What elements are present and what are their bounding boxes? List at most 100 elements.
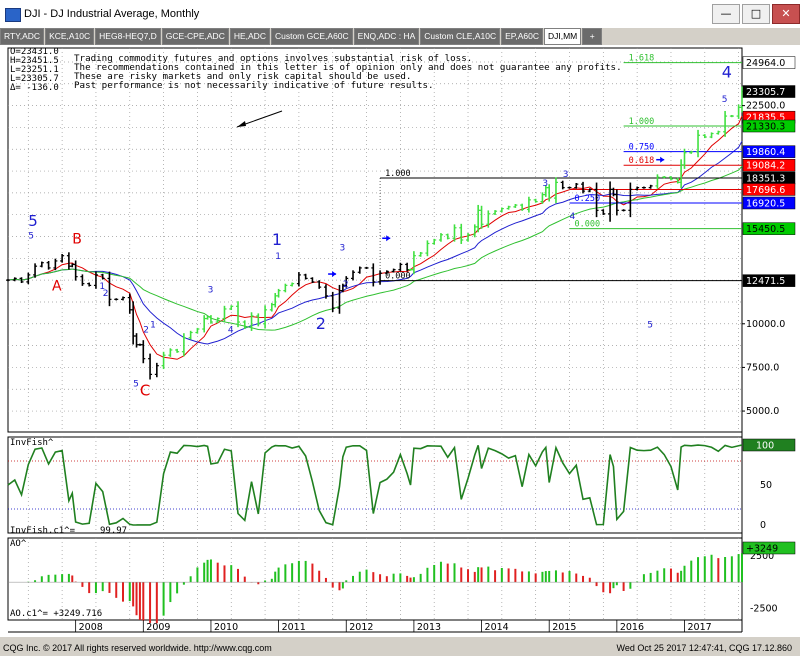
- ao-readout: AO.c1^= +3249.716: [10, 609, 102, 619]
- ohlc-change: Δ= -136.0: [10, 83, 59, 93]
- year-label: 2017: [687, 622, 711, 633]
- year-label: 2015: [552, 622, 576, 633]
- year-label: 2010: [214, 622, 238, 633]
- price-tick-label: 7500.0: [746, 362, 779, 373]
- window-title: DJI - DJ Industrial Average, Monthly: [24, 8, 200, 20]
- tab-enq[interactable]: ENQ,ADC : HA: [353, 28, 420, 45]
- price-panel-border: [7, 47, 743, 433]
- wave-labels: 55ABC112233445512123453: [28, 63, 732, 400]
- wave-label: C: [140, 381, 150, 399]
- ao-panel-border: [7, 537, 743, 621]
- price-badge-label: 23305.7: [746, 87, 785, 98]
- price-bars: [6, 86, 744, 380]
- price-badge-label: 19860.4: [746, 147, 785, 158]
- app-icon: [5, 8, 21, 22]
- chart-area[interactable]: 1.000 0.000 1.618 1.000 0.750 0.618 0.250 0.000…: [0, 45, 800, 637]
- price-badge-label: 17696.6: [746, 185, 785, 196]
- ma-blue-line: [7, 140, 743, 345]
- tab-he[interactable]: HE,ADC: [229, 28, 270, 45]
- wave-label: 3: [208, 285, 214, 295]
- fib-label: 0.000: [574, 220, 600, 230]
- fib-label: 1.618: [629, 54, 655, 64]
- tab-kce[interactable]: KCE,A10C: [45, 28, 95, 45]
- year-label: 2012: [349, 622, 373, 633]
- wave-label: 5: [647, 320, 653, 330]
- fib-label: 0.750: [629, 143, 655, 153]
- year-label: 2011: [282, 622, 306, 633]
- price-tick-label: 10000.0: [746, 319, 785, 330]
- ao-panel: -25002500+3249: [8, 541, 796, 624]
- wave-label: 1: [272, 230, 282, 249]
- close-icon[interactable]: ✕: [772, 4, 800, 24]
- wave-label: 5: [28, 212, 38, 230]
- timestamp-text: Wed Oct 25 2017 12:47:41, CQG 17.12.860: [616, 643, 792, 653]
- price-tick-label: 22500.0: [746, 101, 785, 112]
- minimize-icon[interactable]: —: [712, 4, 740, 24]
- wave-label: 4: [569, 212, 575, 222]
- wave-label: 2: [316, 314, 326, 333]
- wave-label: A: [52, 279, 62, 295]
- price-badge-label: 21330.3: [746, 122, 785, 133]
- wave-label: 5: [133, 380, 139, 390]
- ma-green-line: [7, 165, 743, 331]
- wave-label: 1: [150, 320, 156, 330]
- fib-label: 1.000: [385, 169, 411, 179]
- price-tick-label: 5000.0: [746, 406, 779, 417]
- tab-dji[interactable]: DJI,MM: [543, 28, 582, 45]
- wave-label: 3: [339, 243, 345, 253]
- wave-label: 3: [563, 170, 569, 180]
- fib-label: 0.000: [385, 272, 411, 282]
- wave-label: 4: [228, 326, 234, 336]
- price-axis: 24964.023305.722500.021835.521330.319860…: [742, 56, 796, 417]
- invfish-badge-label: 100: [756, 441, 774, 452]
- chart-svg[interactable]: 1.0000.0001.6181.0000.7500.6180.2500.000…: [0, 45, 800, 637]
- time-axis: 2008 2009 2010 2011 2012 2013 2014 2015 2016 2017: [8, 620, 742, 633]
- price-badge-label: 24964.0: [746, 58, 785, 69]
- status-bar: CQG Inc. © 2017 All rights reserved worl…: [0, 640, 800, 656]
- ao-title: AO^: [10, 539, 27, 549]
- wave-label: 3: [542, 179, 548, 189]
- year-label: 2014: [485, 622, 509, 633]
- fib-label: 1.000: [629, 117, 655, 127]
- wave-label: 5: [28, 231, 34, 241]
- tab-gce-cpe[interactable]: GCE-CPE,ADC: [161, 28, 229, 45]
- invfish-readout-value: 99.97: [100, 526, 127, 536]
- tab-ep[interactable]: EP,A60C: [501, 28, 543, 45]
- invfish-panel: 050100100: [7, 438, 796, 531]
- disclaimer-line-4: Past performance is not necessarily indi…: [74, 80, 434, 91]
- invfish-title: InvFish^: [10, 438, 54, 448]
- tab-rty[interactable]: RTY,ADC: [0, 28, 45, 45]
- window-titlebar: DJI - DJ Industrial Average, Monthly — □…: [0, 0, 800, 28]
- invfish-panel-border: [7, 436, 743, 534]
- wave-label: 4: [722, 63, 732, 82]
- year-label: 2016: [620, 622, 644, 633]
- wave-label: 1: [275, 252, 281, 262]
- tab-custom-gce[interactable]: Custom GCE,A60C: [270, 28, 353, 45]
- annotation-arrow-head: [237, 121, 246, 127]
- maximize-icon[interactable]: □: [742, 4, 770, 24]
- wave-label: 5: [722, 95, 728, 105]
- window-controls: — □ ✕: [712, 4, 800, 24]
- tab-custom-cle[interactable]: Custom CLE,A10C: [420, 28, 501, 45]
- price-badge-label: 12471.5: [746, 276, 785, 287]
- wave-label: 2: [143, 326, 149, 336]
- year-label: 2009: [146, 622, 170, 633]
- invfish-line: [7, 444, 743, 526]
- ao-badge-label: +3249: [746, 543, 778, 554]
- fib-label: 0.618: [629, 156, 655, 166]
- invfish-tick-label: 50: [760, 480, 772, 491]
- signal-arrow-head: [660, 156, 665, 163]
- add-tab-button[interactable]: +: [582, 28, 603, 45]
- copyright-text: CQG Inc. © 2017 All rights reserved worl…: [3, 643, 272, 653]
- price-badge-label: 15450.5: [746, 224, 785, 235]
- signal-arrow-head: [386, 235, 391, 242]
- price-badge-label: 16920.5: [746, 198, 785, 209]
- tab-heg8[interactable]: HEG8-HEQ7,D: [95, 28, 161, 45]
- signal-arrow-head: [332, 271, 337, 278]
- wave-label: B: [72, 231, 82, 247]
- chart-tabs: RTY,ADC KCE,A10C HEG8-HEQ7,D GCE-CPE,ADC…: [0, 28, 800, 45]
- wave-label: 1: [99, 282, 105, 292]
- chart-grid: [7, 47, 743, 632]
- ao-tick-label: -2500: [750, 603, 778, 614]
- invfish-readout: InvFish.c1^=: [10, 526, 76, 536]
